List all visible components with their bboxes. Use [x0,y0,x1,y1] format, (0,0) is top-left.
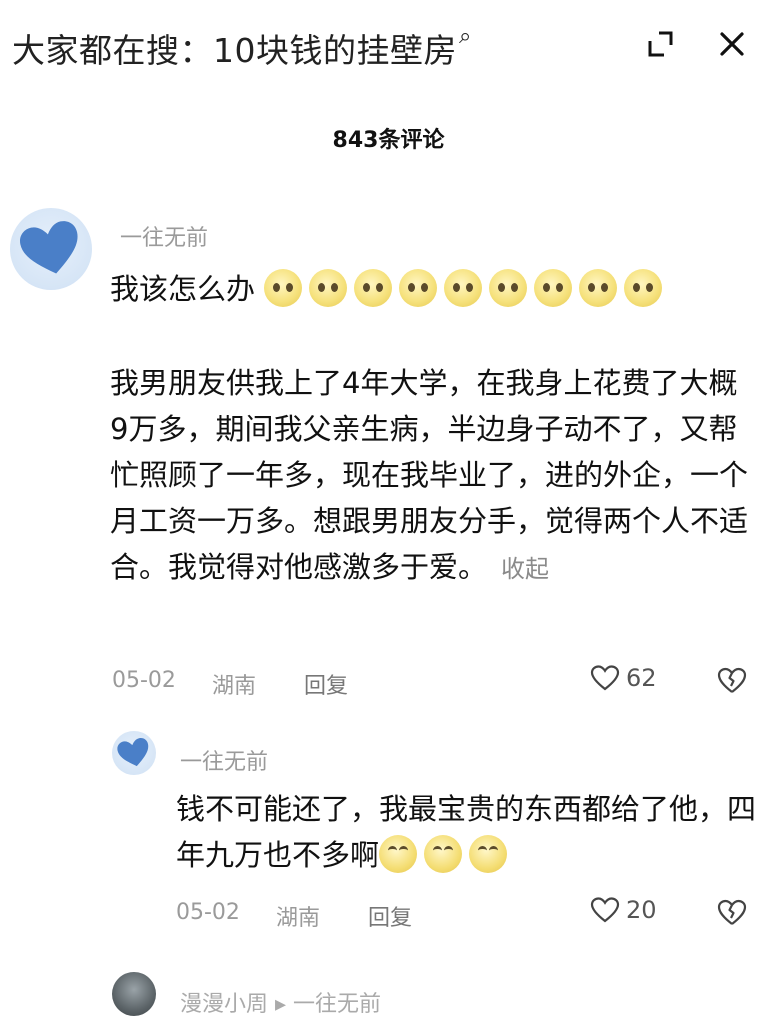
comment-count: 843条评论 [332,128,445,153]
heart-avatar-icon [20,221,78,274]
avatar[interactable] [112,972,156,1016]
comment-body-text: 我男朋友供我上了4年大学，在我身上花费了大概9万多，期间我父亲生病，半边身子动不… [110,366,749,584]
heart-icon [590,897,620,923]
sad-face-emoji [354,269,393,307]
reply-button[interactable]: 回复 [368,900,412,932]
reply-button[interactable]: 回复 [304,668,348,700]
reply-body-text: 钱不可能还了，我最宝贵的东西都给了他，四年九万也不多啊 [176,792,757,872]
search-suggestion[interactable]: 大家都在搜：10块钱的挂壁房⌕ [12,24,472,72]
sad-face-emoji [489,269,528,307]
sad-face-emoji [534,269,573,307]
avatar[interactable] [112,731,156,775]
comment-first-line-text: 我该怎么办 [110,272,256,306]
like-button[interactable]: 20 [590,896,657,924]
reply-username[interactable]: 漫漫小周 ▸ 一往无前 [180,986,381,1018]
heart-avatar-icon [117,738,149,767]
comment-body: 我男朋友供我上了4年大学，在我身上花费了大概9万多，期间我父亲生病，半边身子动不… [110,360,750,592]
dislike-button[interactable] [716,897,748,931]
fullscreen-button[interactable] [638,22,682,66]
heart-icon [590,665,620,691]
like-count: 62 [626,664,657,692]
comment-date: 05-02 [112,668,176,693]
happy-face-emoji [379,835,418,873]
sad-face-emoji [399,269,438,307]
reply-username[interactable]: 一往无前 [180,744,268,776]
reply-location: 湖南 [276,906,321,931]
sad-face-emoji [444,269,483,307]
sad-face-emoji [579,269,618,307]
avatar[interactable] [10,208,92,290]
search-suggestion-text[interactable]: 大家都在搜：10块钱的挂壁房 [12,31,457,70]
close-icon [720,32,744,56]
broken-heart-icon [717,899,747,925]
comment-first-line: 我该怎么办 [110,266,669,312]
sad-face-emoji [264,269,303,307]
reply-date: 05-02 [176,900,240,925]
search-icon[interactable]: ⌕ [459,24,472,49]
broken-heart-icon [717,667,747,693]
collapse-link[interactable]: 收起 [501,555,549,583]
comment-location: 湖南 [212,674,257,699]
like-count: 20 [626,896,657,924]
dislike-button[interactable] [716,665,748,699]
like-button[interactable]: 62 [590,664,657,692]
comment-username[interactable]: 一往无前 [120,220,208,252]
sad-face-emoji [309,269,348,307]
sad-face-emoji [624,269,663,307]
fullscreen-icon [648,31,673,57]
close-button[interactable] [710,22,754,66]
happy-face-emoji [424,835,463,873]
reply-body: 钱不可能还了，我最宝贵的东西都给了他，四年九万也不多啊 [176,786,756,878]
happy-face-emoji [469,835,508,873]
top-bar: 大家都在搜：10块钱的挂壁房⌕ [0,0,777,92]
